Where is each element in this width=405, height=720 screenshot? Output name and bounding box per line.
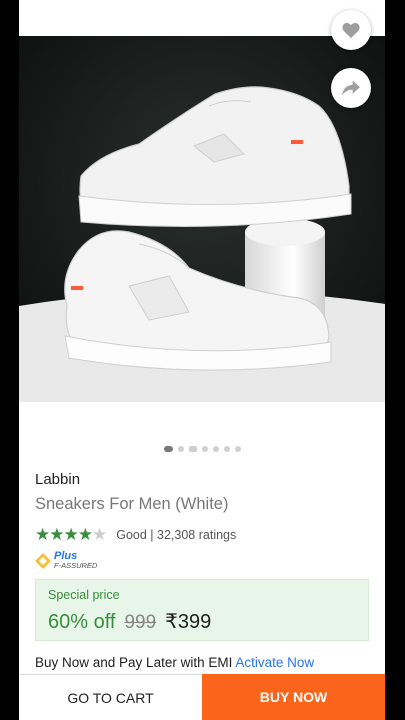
final-price: ₹399 <box>165 611 212 633</box>
emi-text: Buy Now and Pay Later with EMI <box>35 655 233 670</box>
star-icon: ★ <box>63 525 79 544</box>
assured-label: F-ASSURED <box>54 561 98 570</box>
heart-icon <box>342 22 360 39</box>
go-to-cart-button[interactable]: GO TO CART <box>19 674 202 720</box>
star-icon: ★ <box>35 525 50 544</box>
wishlist-button[interactable] <box>331 10 371 50</box>
sneaker-illustration <box>19 36 385 402</box>
carousel-dot-video[interactable] <box>188 446 197 452</box>
carousel-dot-active[interactable] <box>163 446 173 452</box>
product-brand[interactable]: Labbin <box>35 471 80 488</box>
product-title: Sneakers For Men (White) <box>35 495 229 513</box>
carousel-dot[interactable] <box>201 446 208 452</box>
special-price-label: Special price <box>48 588 120 602</box>
plus-label: Plus <box>54 550 78 562</box>
carousel-indicator[interactable] <box>19 446 385 452</box>
emi-banner: Buy Now and Pay Later with EMI Activate … <box>35 655 314 670</box>
star-icon: ★ <box>92 525 107 544</box>
plus-assured-badge: Plus F-ASSURED <box>35 550 98 570</box>
buy-now-button[interactable]: BUY NOW <box>202 674 385 720</box>
carousel-dot[interactable] <box>223 446 230 452</box>
activate-emi-link[interactable]: Activate Now <box>235 655 314 670</box>
share-icon <box>342 80 360 96</box>
action-bar: GO TO CART BUY NOW <box>19 674 385 720</box>
star-icon: ★ <box>77 525 93 544</box>
price-box: Special price 60% off 999 ₹399 <box>35 579 369 641</box>
carousel-dot[interactable] <box>234 446 241 452</box>
carousel-dot[interactable] <box>212 446 219 452</box>
rating-summary: Good | 32,308 ratings <box>116 528 237 542</box>
carousel-dot[interactable] <box>177 446 184 452</box>
rating-stars: ★★★★★ <box>35 525 107 545</box>
original-price: 999 <box>124 612 157 633</box>
product-page: Labbin Sneakers For Men (White) ★★★★★ Go… <box>19 0 385 720</box>
star-icon: ★ <box>49 525 64 544</box>
product-image[interactable] <box>19 36 385 402</box>
rating-row[interactable]: ★★★★★ Good | 32,308 ratings <box>35 525 236 545</box>
discount-percent: 60% off <box>48 611 116 633</box>
share-button[interactable] <box>331 68 371 108</box>
plus-assured-icon <box>35 553 51 569</box>
